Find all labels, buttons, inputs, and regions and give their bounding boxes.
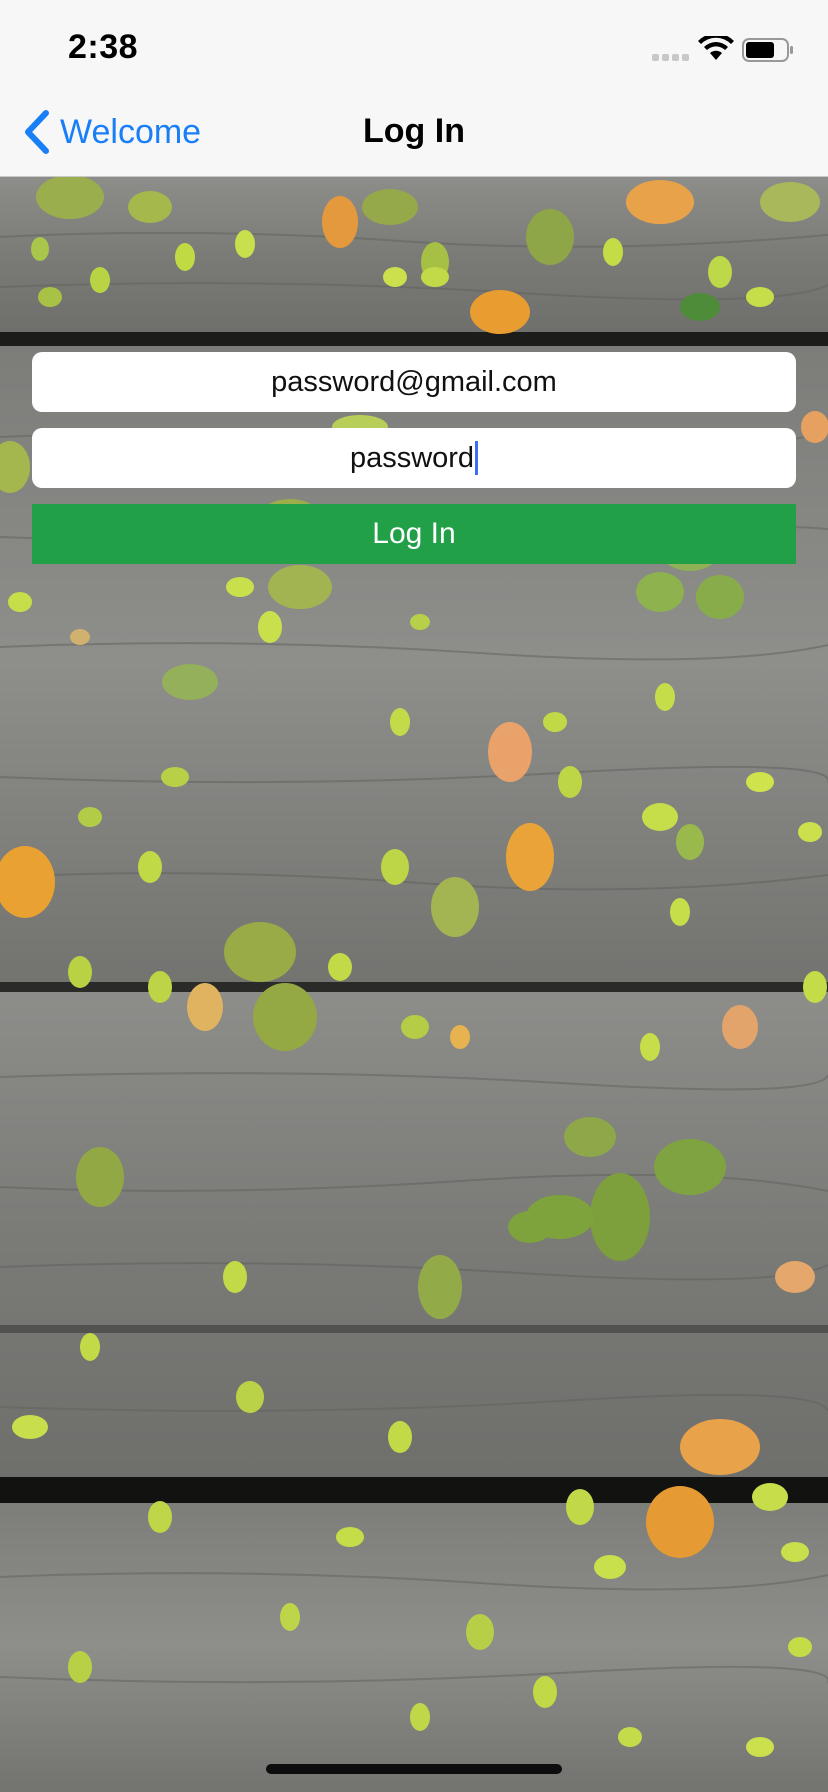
password-field-value: password (349, 441, 475, 474)
text-caret (475, 441, 479, 475)
background-image (0, 177, 828, 1792)
back-button[interactable]: Welcome (22, 108, 201, 156)
navigation-bar: Log In Welcome (0, 88, 828, 177)
status-bar: 2:38 (0, 0, 828, 88)
wifi-icon (698, 36, 734, 60)
email-field[interactable]: password@gmail.com (32, 352, 796, 412)
signal-icon (652, 54, 689, 61)
battery-icon (742, 38, 793, 62)
login-screen: 2:38 Log In Welcome password@gmail.com p… (0, 0, 828, 1792)
password-field[interactable]: password (32, 428, 796, 488)
login-button[interactable]: Log In (32, 504, 796, 564)
email-field-value: password@gmail.com (271, 365, 557, 398)
chevron-left-icon (25, 110, 49, 154)
login-button-label: Log In (372, 517, 456, 550)
home-indicator (266, 1764, 562, 1774)
status-time: 2:38 (68, 28, 139, 66)
back-button-label: Welcome (60, 112, 202, 151)
